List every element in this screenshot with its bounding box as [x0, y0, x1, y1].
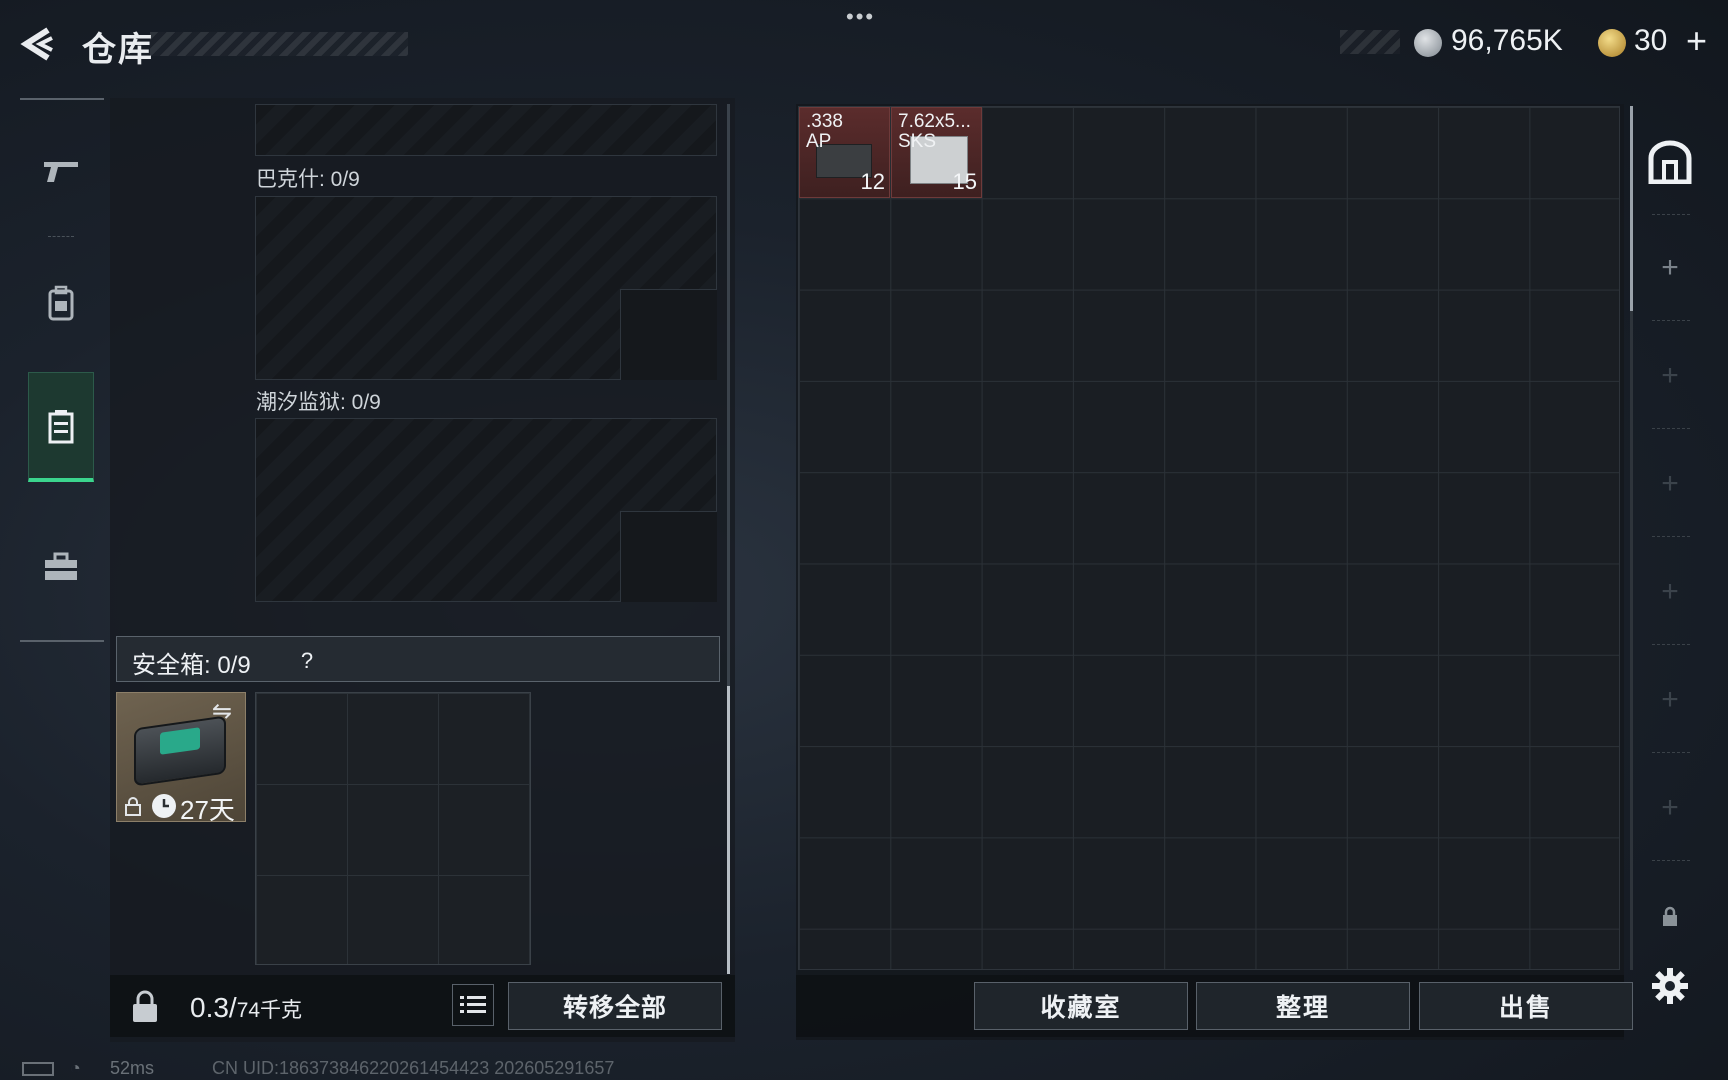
back-arrow-icon[interactable] [18, 24, 58, 64]
stash-lock-button[interactable] [1646, 892, 1694, 940]
item-name: .338 AP [806, 111, 843, 152]
safe-box-label: 安全箱: 0/9 [132, 652, 251, 679]
weight-readout: 0.3/74千克 [190, 992, 302, 1024]
toolbox-icon [45, 552, 77, 580]
stash-item-762-sks[interactable]: 7.62x5... SKS 15 [891, 107, 982, 198]
stash-page-main[interactable] [1646, 138, 1694, 186]
rail-divider [1652, 214, 1690, 215]
case-icon [48, 409, 74, 443]
container-label-tidal-prison: 潮汐监狱: 0/9 [256, 391, 381, 414]
warehouse-icon [1648, 140, 1692, 184]
rail-divider [48, 236, 74, 237]
wifi-icon: ◔ [70, 1058, 81, 1078]
list-view-button[interactable] [452, 984, 494, 1026]
rail-divider [1652, 536, 1690, 537]
swap-icon[interactable]: ⇋ [212, 697, 232, 726]
container-grid-notch [620, 289, 717, 380]
add-stash-page-button[interactable]: + [1646, 676, 1694, 724]
list-icon [460, 996, 486, 1013]
pistol-icon [44, 162, 78, 182]
padlock-icon [133, 990, 157, 1022]
title-decoration [150, 32, 408, 56]
weight-value: 0.3/ [190, 992, 237, 1023]
lock-icon [1663, 906, 1677, 926]
rail-tab-weapons[interactable] [28, 116, 94, 226]
add-stash-page-button[interactable]: + [1646, 784, 1694, 832]
menu-dots-icon[interactable]: ••• [846, 4, 875, 30]
add-stash-page-button[interactable]: + [1646, 568, 1694, 616]
stash-grid[interactable] [798, 106, 1620, 970]
transfer-all-button[interactable]: 转移全部 [508, 982, 722, 1030]
currency-decoration [1340, 30, 1400, 54]
safe-box-days-left: 27天 [180, 795, 235, 825]
organize-button[interactable]: 整理 [1196, 982, 1410, 1030]
safe-box-grid[interactable] [255, 692, 531, 965]
lock-button[interactable] [118, 982, 172, 1032]
help-button[interactable]: ? [292, 646, 322, 676]
add-stash-page-button[interactable]: + [1646, 460, 1694, 508]
silver-balance: 96,765K [1451, 24, 1563, 57]
item-name: 7.62x5... SKS [898, 111, 971, 152]
weight-limit: 74千克 [236, 999, 303, 1022]
rail-tab-containers[interactable] [28, 372, 94, 482]
stash-item-338-ap[interactable]: .338 AP 12 [799, 107, 890, 198]
battery-icon [22, 1062, 54, 1076]
collection-room-button[interactable]: 收藏室 [974, 982, 1188, 1030]
rail-divider [1652, 644, 1690, 645]
rail-divider [1652, 320, 1690, 321]
rail-divider [1652, 428, 1690, 429]
gear-icon [1652, 968, 1688, 1004]
rail-divider [1652, 752, 1690, 753]
panel-scrollbar-thumb[interactable] [727, 686, 730, 974]
settings-button[interactable] [1646, 962, 1694, 1010]
add-stash-page-button[interactable]: + [1646, 244, 1694, 292]
container-slot-top[interactable] [255, 104, 717, 156]
rail-divider [1652, 860, 1690, 861]
rail-tab-backpack[interactable] [28, 248, 94, 358]
item-count: 12 [860, 169, 885, 194]
backpack-icon [48, 285, 74, 321]
sell-button[interactable]: 出售 [1419, 982, 1633, 1030]
stash-scrollbar-thumb[interactable] [1630, 106, 1633, 311]
page-title: 仓库 [82, 31, 154, 69]
clock-icon [152, 794, 176, 818]
add-stash-page-button[interactable]: + [1646, 352, 1694, 400]
lock-icon [125, 797, 141, 816]
item-count: 15 [952, 169, 977, 194]
container-grid-notch [620, 511, 717, 602]
ping-readout: 52ms [110, 1058, 155, 1078]
add-currency-button[interactable]: + [1686, 20, 1707, 62]
rail-tab-toolbox[interactable] [28, 512, 94, 622]
gold-balance: 30 [1634, 24, 1668, 57]
silver-coin-icon [1414, 29, 1442, 57]
gold-coin-icon [1598, 29, 1626, 57]
user-uid: CN UID:1863738462202614544​23 2026052916… [212, 1058, 615, 1078]
container-label-bakhsh: 巴克什: 0/9 [256, 168, 360, 191]
